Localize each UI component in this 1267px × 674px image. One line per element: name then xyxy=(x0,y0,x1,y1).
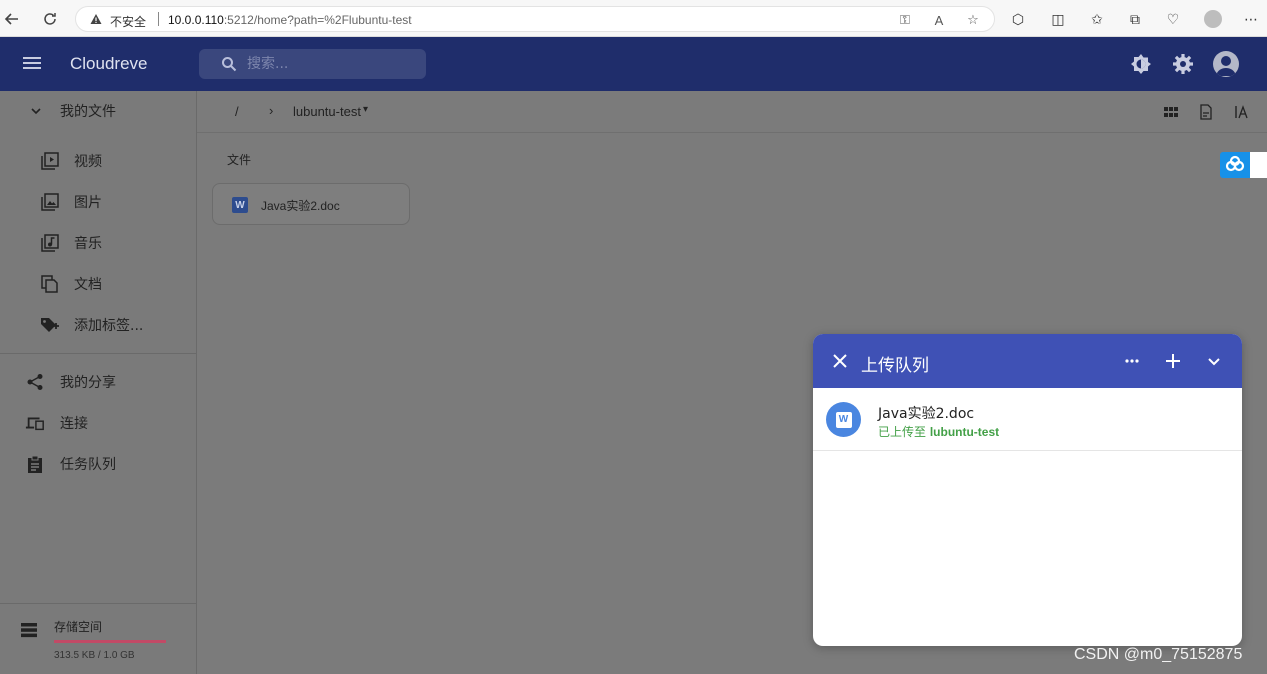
sidebar: 我的文件 视频 图片 音乐 文档 添加标签... 我的分享 连接 任务队列 存储… xyxy=(0,91,197,674)
url-path: :5212/home?path=%2Flubuntu-test xyxy=(223,13,412,27)
add-icon[interactable] xyxy=(1162,350,1184,372)
sidebar-item-label: 我的分享 xyxy=(60,375,116,391)
app-header: Cloudreve xyxy=(0,37,1267,91)
storage-usage-text: 313.5 KB / 1.0 GB xyxy=(54,650,135,661)
section-title: 文件 xyxy=(227,153,252,167)
sidebar-divider xyxy=(0,353,196,354)
theme-toggle-icon[interactable] xyxy=(1129,52,1153,76)
avatar[interactable] xyxy=(1213,51,1239,77)
refresh-icon[interactable] xyxy=(38,7,62,31)
dialog-title: 上传队列 xyxy=(861,356,929,376)
sidebar-item-label: 图片 xyxy=(74,195,102,211)
storage-progress-bar xyxy=(54,640,166,643)
music-icon xyxy=(40,233,60,253)
upload-item[interactable]: W Java实验2.doc 已上传至 lubuntu-test xyxy=(813,389,1242,451)
sort-icon[interactable] xyxy=(1233,104,1249,120)
document-icon xyxy=(40,274,60,294)
file-name: Java实验2.doc xyxy=(261,199,340,213)
sidebar-divider xyxy=(0,603,196,604)
chevron-down-icon[interactable] xyxy=(1203,350,1225,372)
read-aloud-icon[interactable]: A xyxy=(930,11,948,29)
upload-status-target: lubuntu-test xyxy=(929,425,1000,439)
sidebar-item-music[interactable]: 音乐 xyxy=(0,223,196,263)
upload-file-name: Java实验2.doc xyxy=(878,406,975,422)
back-icon[interactable] xyxy=(0,7,24,31)
sidebar-item-add-tag[interactable]: 添加标签... xyxy=(0,305,196,345)
app-title[interactable]: Cloudreve xyxy=(70,54,148,74)
sidebar-item-label: 视频 xyxy=(74,154,102,170)
extensions-icon[interactable]: ⬡ xyxy=(1007,8,1029,30)
word-file-icon: W xyxy=(232,197,248,213)
sidebar-item-images[interactable]: 图片 xyxy=(0,182,196,222)
breadcrumb-root[interactable]: / xyxy=(235,104,239,119)
devices-icon xyxy=(25,413,45,433)
clipboard-icon xyxy=(25,454,45,474)
file-info-icon[interactable] xyxy=(1198,104,1214,120)
sidebar-item-video[interactable]: 视频 xyxy=(0,141,196,181)
more-icon[interactable]: ⋯ xyxy=(1240,8,1262,30)
sidebar-item-label: 音乐 xyxy=(74,236,102,252)
watermark: CSDN @m0_75152875 xyxy=(1074,646,1243,663)
storage-label: 存储空间 xyxy=(54,620,103,634)
breadcrumb: / › lubuntu-test ▾ xyxy=(197,91,1267,133)
performance-icon[interactable]: ♡ xyxy=(1162,8,1184,30)
upload-queue-dialog: 上传队列 W Java实验2.doc 已上传至 lubuntu-test xyxy=(813,334,1242,646)
insecure-label[interactable]: 不安全 xyxy=(110,13,146,30)
word-file-icon: W xyxy=(835,411,852,428)
sidebar-item-label: 我的文件 xyxy=(60,104,116,120)
chevron-down-icon[interactable]: ▾ xyxy=(363,104,368,115)
image-icon xyxy=(40,192,60,212)
settings-icon[interactable] xyxy=(1171,52,1195,76)
favorite-icon[interactable]: ☆ xyxy=(964,11,982,29)
sidebar-item-my-files[interactable]: 我的文件 xyxy=(0,91,196,131)
close-icon[interactable] xyxy=(831,352,849,370)
browser-toolbar: 不安全 10.0.0.110:5212/home?path=%2Flubuntu… xyxy=(0,0,1267,37)
more-horizontal-icon[interactable] xyxy=(1121,350,1143,372)
upload-status-prefix: 已上传至 xyxy=(878,425,930,439)
favorites-icon[interactable]: ✩ xyxy=(1086,8,1108,30)
dialog-header: 上传队列 xyxy=(813,334,1242,388)
sidebar-item-documents[interactable]: 文档 xyxy=(0,264,196,304)
user-icon xyxy=(1216,56,1236,76)
video-icon xyxy=(40,151,60,171)
chevron-right-icon: › xyxy=(269,103,274,118)
cloud-icon xyxy=(1225,155,1245,172)
url-host: 10.0.0.110 xyxy=(168,13,224,27)
sidebar-item-label: 添加标签... xyxy=(74,318,144,334)
file-card[interactable]: W Java实验2.doc xyxy=(212,183,410,225)
search-icon xyxy=(222,57,237,72)
address-bar[interactable]: 不安全 10.0.0.110:5212/home?path=%2Flubuntu… xyxy=(75,6,995,32)
upload-status: 已上传至 lubuntu-test xyxy=(878,423,999,440)
float-panel-edge xyxy=(1250,152,1267,178)
search-input[interactable] xyxy=(247,55,407,73)
sidebar-item-label: 连接 xyxy=(60,416,88,432)
sidebar-item-connect[interactable]: 连接 xyxy=(0,403,196,443)
storage-progress-fill xyxy=(54,640,166,643)
address-separator xyxy=(158,12,159,26)
key-icon[interactable]: ⚿ xyxy=(896,11,914,29)
storage-icon xyxy=(21,623,37,638)
breadcrumb-folder[interactable]: lubuntu-test xyxy=(293,104,361,119)
chevron-down-icon xyxy=(26,101,46,121)
share-icon xyxy=(25,372,45,392)
cloud-float-button[interactable] xyxy=(1220,152,1250,178)
search-box[interactable] xyxy=(199,49,426,79)
sidebar-item-label: 文档 xyxy=(74,277,102,293)
collections-icon[interactable]: ⧉ xyxy=(1124,8,1146,30)
grid-view-icon[interactable] xyxy=(1163,104,1179,120)
sidebar-item-my-share[interactable]: 我的分享 xyxy=(0,362,196,402)
profile-icon[interactable] xyxy=(1204,10,1222,28)
url-text[interactable]: 10.0.0.110:5212/home?path=%2Flubuntu-tes… xyxy=(168,13,412,27)
split-screen-icon[interactable]: ◫ xyxy=(1047,8,1069,30)
sidebar-item-tasks[interactable]: 任务队列 xyxy=(0,444,196,484)
menu-icon[interactable] xyxy=(22,54,42,74)
file-avatar: W xyxy=(826,402,861,437)
tag-icon xyxy=(40,315,60,335)
warning-icon[interactable] xyxy=(90,13,102,25)
sidebar-item-label: 任务队列 xyxy=(60,457,116,473)
